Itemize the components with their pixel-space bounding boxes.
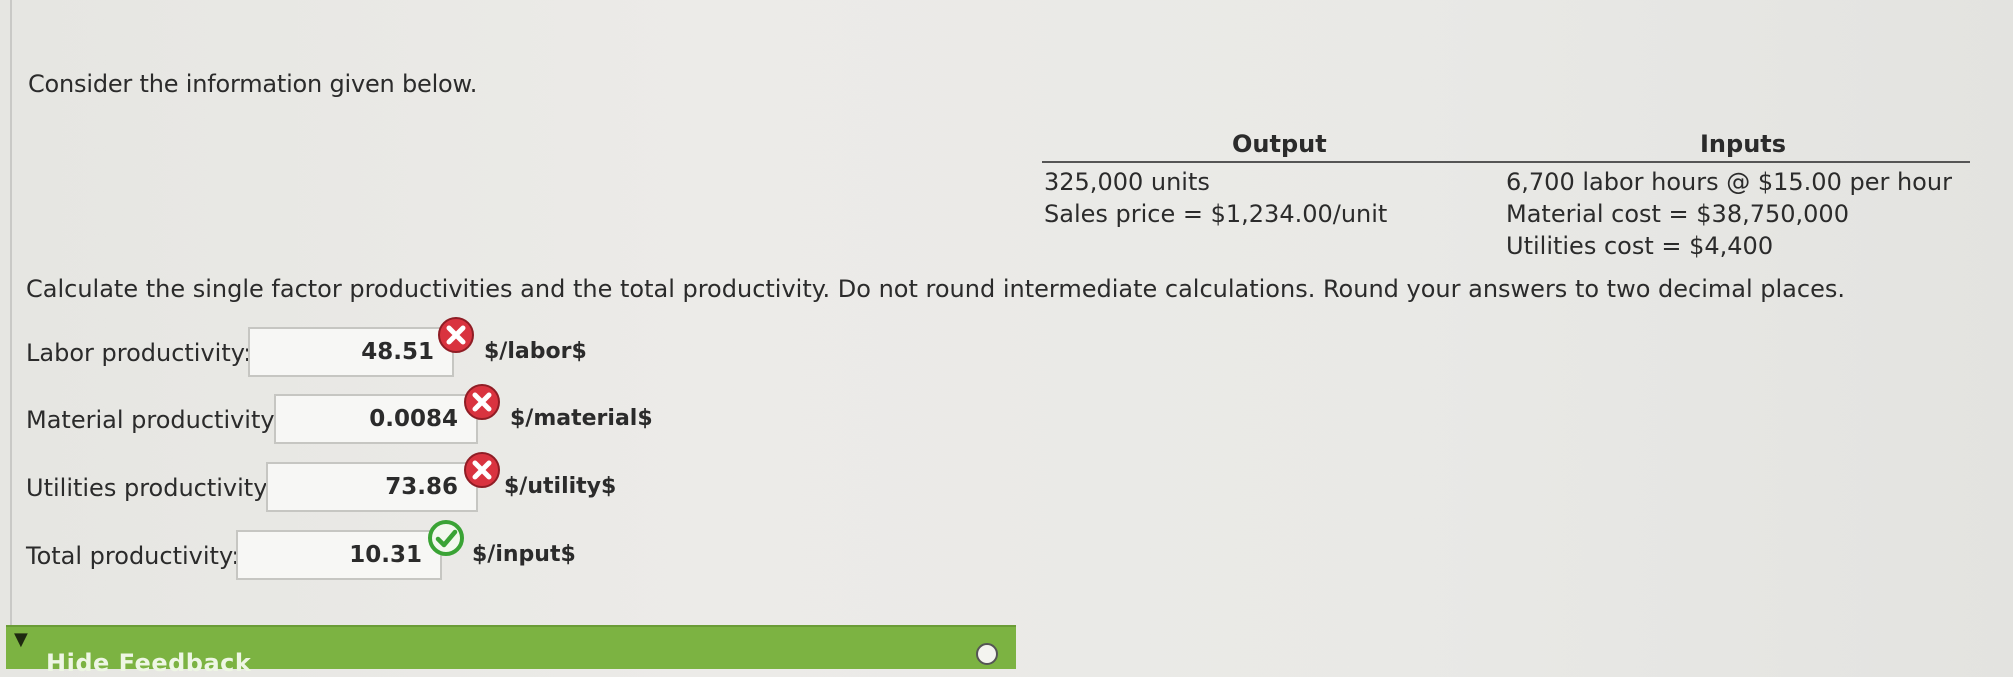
total-productivity-unit: $/input$ (472, 542, 576, 567)
incorrect-icon (438, 317, 474, 353)
instructions: Calculate the single factor productiviti… (26, 275, 1845, 303)
utilities-productivity-input[interactable]: 73.86 (266, 462, 478, 512)
input-material: Material cost = $38,750,000 (1506, 200, 1849, 228)
correct-check-icon (428, 520, 464, 556)
material-productivity-label: Material productivity: (26, 406, 281, 434)
labor-productivity-input[interactable]: 48.51 (248, 327, 454, 377)
total-productivity-label: Total productivity: (26, 542, 240, 570)
hide-feedback-button[interactable]: Hide Feedback (46, 649, 251, 677)
total-productivity-input[interactable]: 10.31 (236, 530, 442, 580)
table-header-rule (1042, 161, 1970, 163)
output-header: Output (1232, 130, 1327, 158)
utilities-productivity-row: Utilities productivity: 73.86 $/utility$ (26, 452, 726, 514)
pencil-icon[interactable] (976, 643, 998, 665)
material-productivity-row: Material productivity: 0.0084 $/material… (26, 384, 726, 446)
incorrect-icon (464, 384, 500, 420)
question-intro: Consider the information given below. (28, 70, 478, 98)
left-border (10, 0, 12, 640)
collapse-triangle-icon[interactable]: ▼ (14, 629, 28, 650)
inputs-header: Inputs (1700, 130, 1787, 158)
input-labor: 6,700 labor hours @ $15.00 per hour (1506, 168, 1952, 196)
output-units: 325,000 units (1044, 168, 1210, 196)
utilities-productivity-unit: $/utility$ (504, 474, 617, 499)
material-productivity-input[interactable]: 0.0084 (274, 394, 478, 444)
total-productivity-row: Total productivity: 10.31 $/input$ (26, 520, 726, 582)
input-utilities: Utilities cost = $4,400 (1506, 232, 1774, 260)
labor-productivity-unit: $/labor$ (484, 339, 587, 364)
output-sales-price: Sales price = $1,234.00/unit (1044, 200, 1388, 228)
feedback-bar[interactable]: ▼ Hide Feedback (6, 625, 1016, 677)
incorrect-icon (464, 452, 500, 488)
utilities-productivity-label: Utilities productivity: (26, 474, 274, 502)
labor-productivity-row: Labor productivity: 48.51 $/labor$ (26, 317, 726, 379)
labor-productivity-label: Labor productivity: (26, 339, 252, 367)
material-productivity-unit: $/material$ (510, 406, 653, 431)
